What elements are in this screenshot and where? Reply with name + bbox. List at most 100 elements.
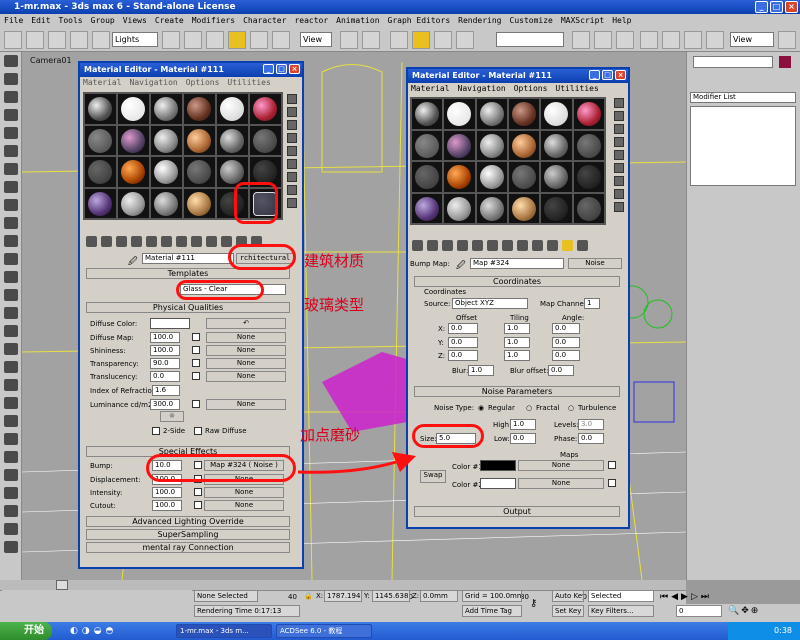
ior-field[interactable]: 1.6	[152, 385, 180, 396]
taper-icon[interactable]	[3, 343, 18, 355]
show-map-in-viewport-icon[interactable]	[532, 240, 543, 251]
sample-slot[interactable]	[573, 193, 604, 223]
menu-views[interactable]: Views	[123, 14, 147, 28]
backlight-icon[interactable]	[287, 107, 297, 117]
angle-snap-icon[interactable]	[412, 31, 430, 49]
map-type-button[interactable]: Noise	[568, 258, 622, 269]
cutout-map-button[interactable]: None	[204, 500, 284, 511]
sample-slot[interactable]	[250, 125, 281, 155]
create-icon[interactable]	[3, 55, 18, 67]
menu-material[interactable]: Material	[83, 77, 122, 89]
menu-utilities[interactable]: Utilities	[555, 83, 598, 95]
box-icon[interactable]	[3, 109, 18, 121]
spinner-snap-icon[interactable]	[456, 31, 474, 49]
sample-slot[interactable]	[118, 188, 149, 218]
material-navigator-icon[interactable]	[287, 198, 297, 208]
close-button[interactable]: ×	[289, 64, 300, 74]
make-copy-icon[interactable]	[472, 240, 483, 251]
reset-map-icon[interactable]	[457, 240, 468, 251]
sample-slot[interactable]	[476, 99, 507, 129]
maximize-button[interactable]: □	[602, 70, 613, 80]
sample-slot[interactable]	[444, 193, 475, 223]
sample-slot[interactable]	[85, 94, 116, 124]
angle-y-field[interactable]: 0.0	[552, 337, 580, 348]
cylinder-icon[interactable]	[3, 127, 18, 139]
lock-selection-icon[interactable]: 🔒	[304, 592, 313, 600]
make-unique-icon[interactable]	[161, 236, 172, 247]
render-type-dropdown[interactable]: View	[730, 32, 774, 47]
menu-file[interactable]: File	[4, 14, 23, 28]
go-to-parent-icon[interactable]	[562, 240, 573, 251]
bevel-icon[interactable]	[3, 451, 18, 463]
script-icon[interactable]	[3, 523, 18, 535]
show-map-in-viewport-icon[interactable]	[206, 236, 217, 247]
sample-slot[interactable]	[85, 188, 116, 218]
high-field[interactable]: 1.0	[510, 419, 536, 430]
reset-map-icon[interactable]	[131, 236, 142, 247]
offset-y-field[interactable]: 0.0	[448, 337, 478, 348]
supersampling-rollout[interactable]: SuperSampling	[86, 529, 290, 540]
luminance-map-button[interactable]: None	[206, 399, 286, 410]
reactor-icon[interactable]	[3, 469, 18, 481]
source-dropdown[interactable]: Object XYZ	[452, 298, 528, 309]
uvw-map-icon[interactable]	[3, 397, 18, 409]
sample-slot[interactable]	[541, 99, 572, 129]
lock-icon[interactable]: ↶	[206, 318, 286, 329]
angle-z-field[interactable]: 0.0	[552, 350, 580, 361]
two-side-checkbox[interactable]	[152, 427, 160, 435]
viewport-label[interactable]: Camera01	[30, 56, 72, 65]
low-field[interactable]: 0.0	[510, 433, 536, 444]
tiling-y-field[interactable]: 1.0	[504, 337, 530, 348]
material-editor-icon[interactable]	[684, 31, 702, 49]
uv-tiling-icon[interactable]	[287, 133, 297, 143]
intensity-map-button[interactable]: None	[204, 487, 284, 498]
put-to-library-icon[interactable]	[502, 240, 513, 251]
mirror-icon[interactable]	[572, 31, 590, 49]
material-effects-channel-icon[interactable]	[191, 236, 202, 247]
selection-filter-dropdown[interactable]: Lights	[112, 32, 158, 47]
phase-field[interactable]: 0.0	[578, 433, 604, 444]
pick-material-icon[interactable]: 🖉	[456, 258, 466, 274]
set-key-button[interactable]: Set Key	[552, 605, 584, 617]
color1-swatch[interactable]	[480, 460, 516, 471]
pivot-icon[interactable]	[340, 31, 358, 49]
physical-qualities-rollout-header[interactable]: Physical Qualities	[86, 302, 290, 313]
menu-options[interactable]: Options	[514, 83, 548, 95]
select-by-material-icon[interactable]	[614, 189, 624, 199]
menu-options[interactable]: Options	[186, 77, 220, 89]
sample-slot[interactable]	[476, 193, 507, 223]
start-button[interactable]: 开始	[0, 622, 52, 640]
sample-slot[interactable]	[184, 157, 215, 187]
radio-fractal-icon[interactable]: ○	[526, 404, 532, 412]
sample-slot[interactable]	[118, 157, 149, 187]
make-copy-icon[interactable]	[146, 236, 157, 247]
mental-ray-connection-rollout[interactable]: mental ray Connection	[86, 542, 290, 553]
modifier-stack[interactable]	[690, 106, 796, 186]
menu-edit[interactable]: Edit	[31, 14, 50, 28]
map-name-field[interactable]: Map #324	[470, 258, 564, 269]
put-to-scene-icon[interactable]	[101, 236, 112, 247]
twist-icon[interactable]	[3, 361, 18, 373]
background-icon[interactable]	[614, 124, 624, 134]
sample-slot[interactable]	[184, 188, 215, 218]
snap-icon[interactable]	[390, 31, 408, 49]
map-channel-field[interactable]: 1	[584, 298, 600, 309]
sample-slot[interactable]	[250, 94, 281, 124]
show-end-result-icon[interactable]	[221, 236, 232, 247]
light-icon[interactable]	[3, 235, 18, 247]
maximize-button[interactable]: □	[276, 64, 287, 74]
bind-space-warp-icon[interactable]	[92, 31, 110, 49]
quick-render-icon[interactable]	[778, 31, 796, 49]
task-3dsmax[interactable]: 1-mr.max - 3ds m...	[176, 624, 272, 638]
diffuse-map-checkbox[interactable]	[192, 333, 200, 341]
sphere-icon[interactable]	[3, 91, 18, 103]
tiling-x-field[interactable]: 1.0	[504, 323, 530, 334]
sample-slot[interactable]	[118, 94, 149, 124]
background-icon[interactable]	[287, 120, 297, 130]
sample-slot[interactable]	[573, 162, 604, 192]
schematic-view-icon[interactable]	[662, 31, 680, 49]
time-slider-thumb[interactable]	[56, 580, 68, 590]
sample-slot[interactable]	[444, 130, 475, 160]
translucency-map-button[interactable]: None	[206, 371, 286, 382]
playback-controls-icon[interactable]: ⏮◀▶▷⏭	[660, 592, 712, 602]
